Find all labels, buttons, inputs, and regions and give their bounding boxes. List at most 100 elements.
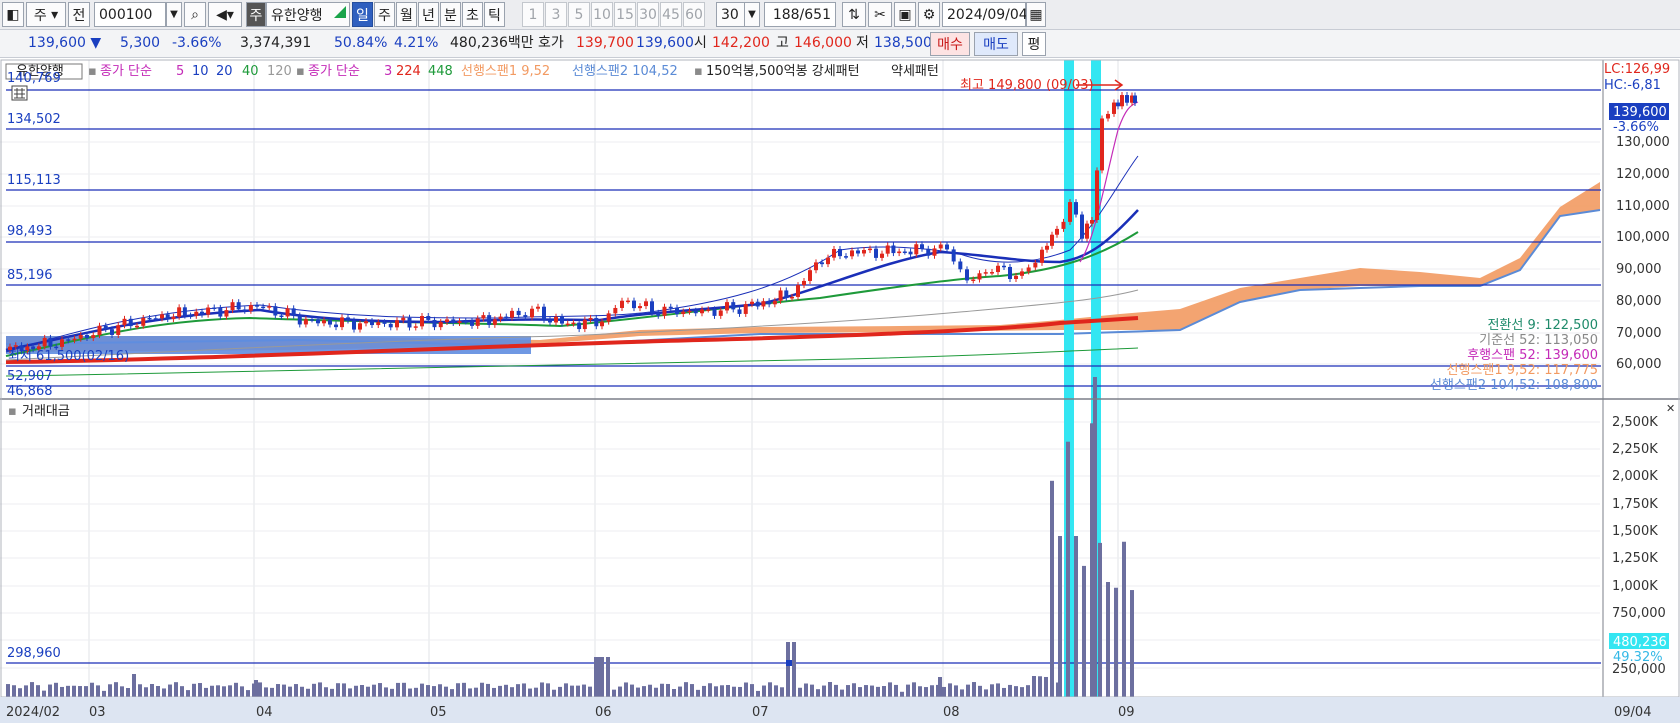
- period-tab[interactable]: 주: [374, 2, 395, 27]
- candle-body: [85, 335, 89, 339]
- volume-bar: [534, 687, 538, 697]
- chart-layout-icon[interactable]: ◧: [2, 2, 24, 27]
- interval-tab[interactable]: 60: [683, 2, 705, 27]
- ask-price: 139,700: [576, 35, 634, 51]
- candle-body: [218, 307, 223, 317]
- volume-bar: [750, 684, 754, 697]
- legend-pattern-2[interactable]: 약세패턴: [891, 64, 939, 79]
- price-change: 5,300: [120, 35, 161, 51]
- candle-body: [606, 313, 611, 322]
- volume-bar: [630, 684, 634, 697]
- volume-bar: [72, 685, 76, 697]
- candle-body: [1085, 223, 1089, 239]
- candle-body: [761, 301, 766, 307]
- open-label: 시: [694, 35, 707, 51]
- save-icon[interactable]: ▣: [894, 2, 916, 27]
- volume-spike: [1106, 582, 1110, 697]
- buy-button[interactable]: 매수: [930, 32, 970, 56]
- volume-bar: [36, 685, 40, 697]
- current-price: 139,600 ▼: [28, 33, 101, 53]
- volume-bar: [474, 687, 478, 697]
- volume-bar: [696, 689, 700, 697]
- interval-tab[interactable]: 5: [568, 2, 590, 27]
- candle-body: [560, 316, 564, 324]
- speaker-icon[interactable]: ◀▾: [208, 2, 242, 27]
- candle-body: [600, 321, 604, 327]
- volume-bar: [810, 684, 814, 697]
- interval-tab[interactable]: 1: [522, 2, 544, 27]
- candle-body: [451, 319, 456, 323]
- period-tab[interactable]: 일: [352, 2, 373, 27]
- interval-tab[interactable]: 15: [614, 2, 636, 27]
- volume-bar: [558, 686, 562, 697]
- period-tab[interactable]: 월: [396, 2, 417, 27]
- sell-button[interactable]: 매도: [974, 32, 1018, 56]
- legend-span2[interactable]: 선행스팬2 104,52: [572, 63, 678, 79]
- candle-settings-icon[interactable]: ⇅: [842, 2, 866, 27]
- volume-value: 3,374,391: [240, 35, 312, 51]
- legend-span1[interactable]: 선행스팬1 9,52: [461, 63, 550, 79]
- ichi-span1: 선행스팬1 9,52: 117,775: [1447, 362, 1598, 378]
- code-dropdown-icon[interactable]: ▼: [166, 2, 182, 27]
- volume-bar: [978, 685, 982, 697]
- interval-tab[interactable]: 30: [637, 2, 659, 27]
- line-tools-icon[interactable]: ✂: [868, 2, 892, 27]
- y-tick: 90,000: [1616, 262, 1662, 277]
- volume-bar: [492, 687, 496, 697]
- legend-ma-label[interactable]: 종가 단순: [100, 64, 152, 79]
- prev-button[interactable]: 전: [68, 2, 90, 27]
- candle-body: [902, 251, 907, 254]
- line-label-7: 46,868: [7, 384, 53, 399]
- volume-bar: [720, 685, 724, 697]
- period-tab[interactable]: 분: [440, 2, 461, 27]
- volume-bar: [888, 682, 892, 697]
- volume-tag-pct: 49.32%: [1613, 650, 1663, 665]
- line-label-1: 140,769: [7, 71, 61, 86]
- candle-body: [536, 306, 540, 309]
- candle-body: [632, 300, 636, 309]
- calendar-icon[interactable]: ▦: [1026, 2, 1046, 27]
- vol-tick: 2,250K: [1612, 442, 1658, 457]
- volume-bar: [882, 686, 886, 697]
- legend-ma2-label[interactable]: 종가 단순: [308, 64, 360, 79]
- volume-bar: [966, 684, 970, 697]
- candle-body: [1050, 234, 1054, 246]
- volume-bar: [960, 689, 964, 697]
- close-icon[interactable]: ✕: [1666, 402, 1675, 415]
- market-select[interactable]: 주 ▾: [26, 2, 66, 27]
- interval-tab[interactable]: 3: [545, 2, 567, 27]
- candle-body: [650, 301, 654, 313]
- stock-code-input[interactable]: 000100: [94, 2, 166, 27]
- interval-dropdown-icon[interactable]: ▼: [744, 2, 760, 27]
- volume-bar: [150, 683, 154, 697]
- eval-button[interactable]: 평: [1022, 32, 1046, 56]
- legend-pattern[interactable]: 150억봉,500억봉 강세패턴: [706, 64, 860, 79]
- date-input[interactable]: 2024/09/04: [942, 2, 1028, 27]
- legend-ma2-3: 3: [384, 64, 392, 79]
- candle-body: [926, 248, 931, 256]
- candle-body: [743, 304, 748, 314]
- down-arrow-icon: ▼: [90, 35, 102, 51]
- toolbar: ◧ 주 ▾ 전 000100 ▼ ⌕ ◀▾ 주 유한양행 일주월년분초틱 135…: [0, 0, 1680, 30]
- stock-chart[interactable]: 유한양행 ▪ 종가 단순 5 10 20 40 120 ▪ 종가 단순 3 22…: [0, 58, 1680, 723]
- volume-bar: [684, 682, 688, 697]
- period-tab[interactable]: 틱: [484, 2, 505, 27]
- candle-body: [426, 316, 431, 320]
- candle-body: [153, 318, 158, 320]
- count-field[interactable]: 188/651: [764, 2, 836, 27]
- magnifier-icon[interactable]: ⌕: [184, 2, 206, 27]
- volume-title[interactable]: 거래대금: [22, 404, 70, 419]
- candle-body: [626, 300, 630, 303]
- volume-bar: [426, 685, 430, 697]
- interval-tab[interactable]: 45: [660, 2, 682, 27]
- ichi-base: 기준선 52: 113,050: [1479, 333, 1598, 348]
- volume-bar: [678, 686, 682, 697]
- chart-area[interactable]: 유한양행 ▪ 종가 단순 5 10 20 40 120 ▪ 종가 단순 3 22…: [0, 58, 1680, 723]
- candle-body: [206, 307, 211, 315]
- candle-body: [60, 339, 64, 347]
- volume-bar: [636, 687, 640, 697]
- interval-tab[interactable]: 10: [591, 2, 613, 27]
- gear-icon[interactable]: ⚙: [918, 2, 940, 27]
- period-tab[interactable]: 초: [462, 2, 483, 27]
- period-tab[interactable]: 년: [418, 2, 439, 27]
